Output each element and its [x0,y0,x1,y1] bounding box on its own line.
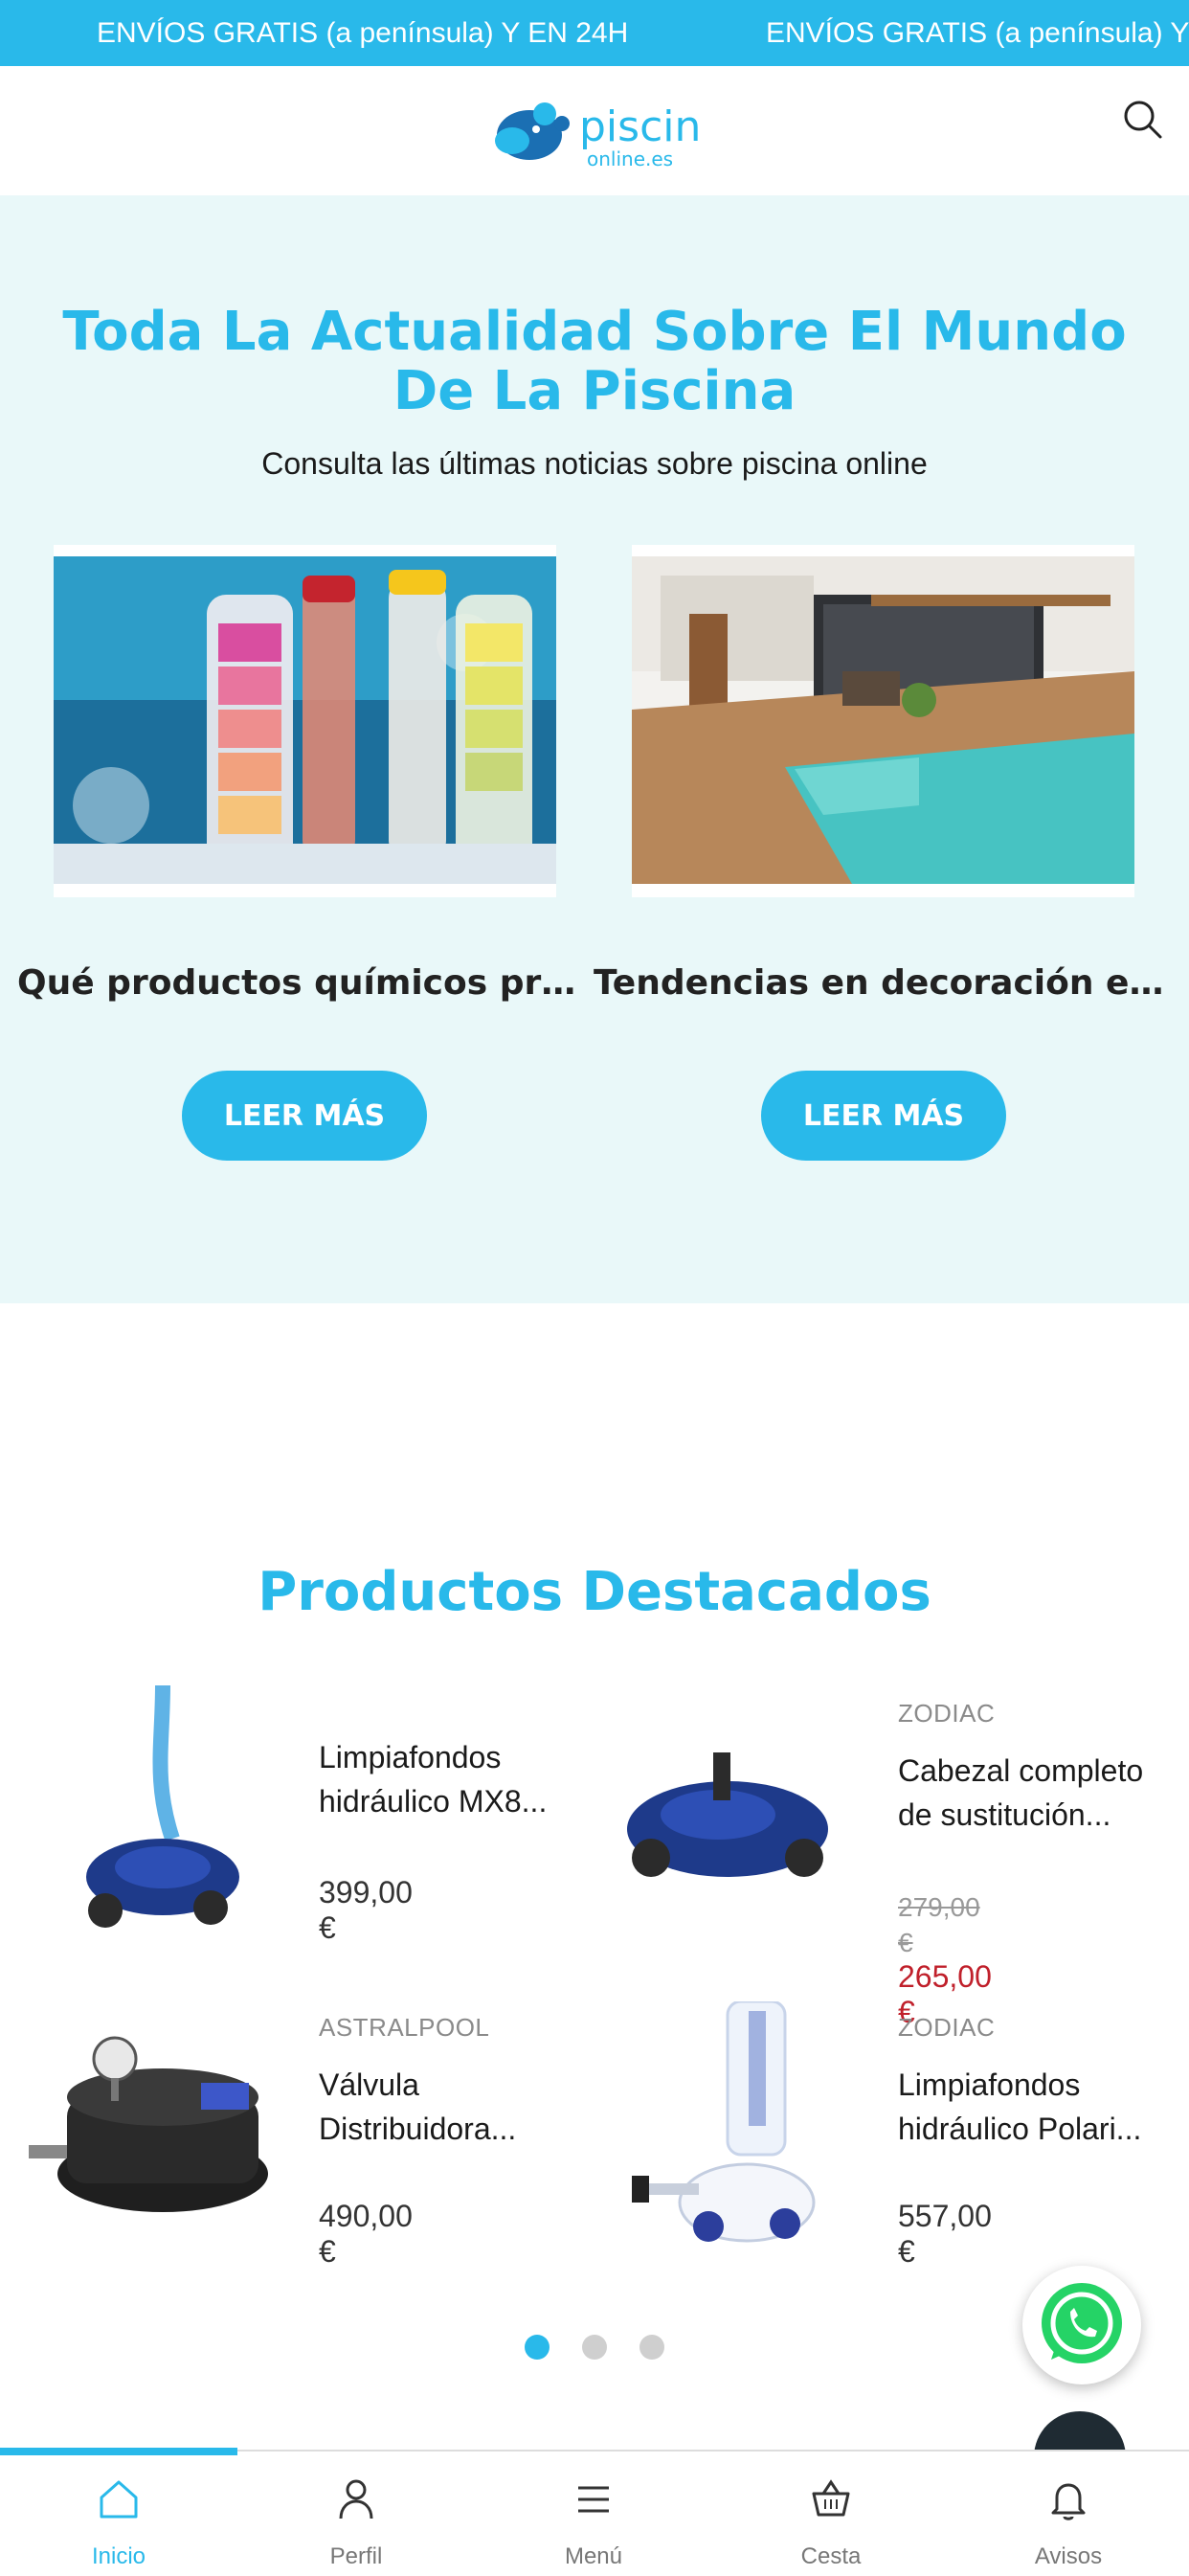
pool-cleaner-image [613,1724,842,1915]
header: piscina online.es [0,66,1189,195]
product-name-4: Limpiafondos hidráulico Polari... [898,2063,1156,2151]
logo-fish-icon: piscina online.es [495,102,727,170]
read-more-button-1[interactable]: LEER MÁS [182,1071,427,1161]
nav-label-avisos: Avisos [1034,2543,1103,2569]
search-button[interactable] [1120,97,1166,143]
products-title: Productos Destacados [258,1561,931,1623]
nav-label-cesta: Cesta [800,2543,862,2569]
product-name-line: hidráulico Polari... [898,2112,1142,2146]
product-name-1: Limpiafondos hidráulico MX8... [319,1735,577,1823]
carousel-dot-1[interactable] [524,2335,550,2360]
nav-label-inicio: Inicio [91,2543,146,2569]
promo-bar: ENVÍOS GRATIS (a península) Y EN 24H ENV… [0,0,1189,66]
pool-terrace-image [632,556,1134,884]
nav-item-cesta[interactable]: Cesta [712,2452,950,2576]
product-brand-3: ASTRALPOOL [319,2013,490,2042]
whatsapp-icon [1042,2283,1122,2363]
nav-item-menu[interactable]: Menú [475,2452,712,2576]
nav-item-perfil[interactable]: Perfil [237,2452,475,2576]
pool-cleaner-image [622,2001,833,2250]
product-brand-2: ZODIAC [898,1699,996,1728]
read-more-button-2[interactable]: LEER MÁS [761,1071,1006,1161]
bottom-nav: Inicio Perfil Menú Cesta Avisos [0,2448,1189,2576]
menu-icon [578,2486,609,2513]
logo-domain: online.es [587,147,673,170]
product-name-2: Cabezal completo de sustitución... [898,1749,1156,1837]
news-title: Toda La Actualidad Sobre El Mundo De La … [62,301,1127,422]
news-section: Toda La Actualidad Sobre El Mundo De La … [0,195,1189,1303]
product-name-line: de sustitución... [898,1797,1111,1832]
promo-text: ENVÍOS GRATIS (a península) Y EN 24H [97,17,629,49]
product-name-line: Válvula [319,2068,419,2102]
promo-text-repeat: ENVÍOS GRATIS (a península) Y EN 24H [766,17,1189,49]
news-card-title-1[interactable]: Qué productos químicos prote... [17,963,595,1003]
nav-item-avisos[interactable]: Avisos [950,2452,1187,2576]
water-test-kit-image [54,556,556,884]
product-old-price-2: 279,00 € [898,1892,980,1957]
product-price-2: 279,00 € 265,00 € [898,1888,992,2030]
nav-label-perfil: Perfil [329,2543,383,2569]
product-name-line: Cabezal completo [898,1753,1144,1788]
news-image-chemicals[interactable] [54,545,556,897]
product-price-1: 399,00 € [319,1875,413,1945]
product-price-3: 490,00 € [319,2199,413,2269]
home-icon [100,2480,138,2519]
product-name-line: Distribuidora... [319,2112,517,2146]
product-name-3: Válvula Distribuidora... [319,2063,577,2151]
news-card-title-2[interactable]: Tendencias en decoración exte... [594,963,1172,1003]
bell-icon [1051,2483,1086,2520]
pool-cleaner-image [57,1685,249,1944]
logo[interactable]: piscina online.es [483,85,727,171]
product-price-4: 557,00 € [898,2199,992,2269]
nav-item-inicio[interactable]: Inicio [0,2452,237,2576]
carousel-dot-2[interactable] [582,2335,607,2360]
user-icon [339,2479,373,2520]
product-brand-4: ZODIAC [898,2013,996,2042]
nav-label-menu: Menú [564,2543,623,2569]
news-subtitle: Consulta las últimas noticias sobre pisc… [261,446,928,481]
logo-wordmark: piscina [579,102,704,151]
carousel-dot-3[interactable] [639,2335,665,2360]
product-name-line: hidráulico MX8... [319,1784,548,1819]
product-name-line: Limpiafondos [898,2068,1081,2102]
product-name-line: Limpiafondos [319,1740,502,1774]
carousel-dots [0,2335,1189,2364]
search-icon [1124,101,1162,139]
news-image-decor[interactable] [632,545,1134,897]
basket-icon [812,2479,850,2517]
valve-image [29,2021,278,2231]
whatsapp-button[interactable] [1022,2266,1141,2384]
